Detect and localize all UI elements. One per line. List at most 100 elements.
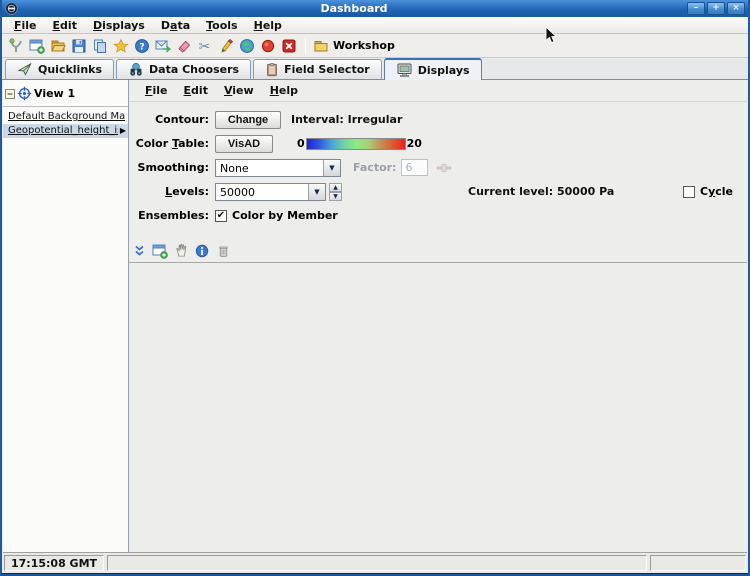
view-target-icon bbox=[17, 86, 32, 101]
save-icon[interactable] bbox=[69, 36, 88, 55]
clock-readout: 17:15:08 GMT bbox=[4, 555, 104, 571]
ensembles-row: Ensembles: Color by Member bbox=[129, 206, 747, 225]
control-rows: Contour: Change Interval: Irregular Colo… bbox=[129, 102, 747, 230]
titlebar[interactable]: Dashboard – + × bbox=[2, 0, 748, 17]
help-icon[interactable]: ? bbox=[132, 36, 151, 55]
data-choosers-icon bbox=[128, 62, 144, 77]
chevron-down-icon[interactable] bbox=[308, 184, 325, 200]
levels-dropdown[interactable]: 50000 bbox=[215, 183, 326, 201]
tree-item-geopotential-height[interactable]: Geopotential_height_is. bbox=[3, 124, 128, 138]
toolbar-separator bbox=[305, 38, 306, 54]
tab-field-selector-label: Field Selector bbox=[284, 63, 370, 76]
smoothing-dropdown[interactable]: None bbox=[215, 159, 341, 177]
menu-tools[interactable]: Tools bbox=[198, 19, 245, 32]
trash-icon[interactable] bbox=[214, 242, 232, 259]
window-controls: – + × bbox=[687, 2, 745, 15]
chevron-down-icon[interactable] bbox=[323, 160, 340, 176]
tab-displays-label: Displays bbox=[418, 64, 470, 77]
maximize-button[interactable]: + bbox=[707, 2, 725, 15]
color-by-member-label: Color by Member bbox=[232, 209, 338, 222]
window-title: Dashboard bbox=[21, 2, 687, 15]
chevron-right-icon bbox=[118, 125, 126, 136]
display-menu-help[interactable]: Help bbox=[262, 84, 306, 97]
contour-interval-text: Interval: Irregular bbox=[291, 113, 402, 126]
main-toolbar: ? ✂ Workshop bbox=[2, 34, 748, 58]
current-level-text: Current level: 50000 Pa bbox=[468, 185, 614, 198]
collapse-chevrons-icon[interactable] bbox=[130, 242, 148, 259]
favorite-star-icon[interactable] bbox=[111, 36, 130, 55]
color-by-member-checkbox[interactable] bbox=[215, 210, 227, 222]
slingshot-icon[interactable] bbox=[6, 36, 25, 55]
levels-row: Levels: 50000 Current level: 50000 Pa Cy… bbox=[129, 182, 747, 201]
new-window-icon[interactable] bbox=[27, 36, 46, 55]
tab-quicklinks[interactable]: Quicklinks bbox=[5, 59, 114, 79]
color-table-button[interactable]: VisAD bbox=[215, 135, 273, 153]
close-button[interactable]: × bbox=[727, 2, 745, 15]
color-range-max: 20 bbox=[407, 137, 422, 150]
dashboard-window: Dashboard – + × File Edit Displays Data … bbox=[0, 0, 750, 576]
tab-quicklinks-label: Quicklinks bbox=[38, 63, 102, 76]
spinner-up-icon[interactable] bbox=[329, 183, 342, 192]
info-icon[interactable] bbox=[193, 242, 211, 259]
ensembles-label: Ensembles: bbox=[129, 209, 209, 222]
displays-icon bbox=[396, 62, 413, 78]
cycle-label: Cycle bbox=[700, 185, 733, 198]
display-menubar: File Edit View Help bbox=[129, 80, 747, 102]
levels-spinner bbox=[329, 183, 342, 201]
smoothing-row: Smoothing: None Factor: bbox=[129, 158, 747, 177]
tree-root-view1[interactable]: View 1 bbox=[3, 85, 128, 102]
status-message-box bbox=[107, 555, 647, 571]
tab-data-choosers[interactable]: Data Choosers bbox=[116, 59, 251, 79]
status-right-box bbox=[650, 555, 746, 571]
workshop-folder-icon bbox=[313, 38, 329, 54]
color-table-row: Color Table: VisAD 0 20 bbox=[129, 134, 747, 153]
workshop-button[interactable]: Workshop bbox=[313, 38, 395, 54]
minimize-button[interactable]: – bbox=[687, 2, 705, 15]
record-icon[interactable] bbox=[258, 36, 277, 55]
display-menu-view[interactable]: View bbox=[216, 84, 262, 97]
contour-change-button[interactable]: Change bbox=[215, 111, 281, 129]
display-control-panel: File Edit View Help Contour: Change Inte… bbox=[129, 80, 747, 552]
cycle-checkbox[interactable] bbox=[683, 186, 695, 198]
field-selector-icon bbox=[265, 62, 279, 77]
factor-slider-icon bbox=[436, 163, 452, 173]
eraser-icon[interactable] bbox=[174, 36, 193, 55]
svg-text:?: ? bbox=[139, 42, 144, 52]
new-display-window-icon[interactable] bbox=[151, 242, 169, 259]
statusbar: 17:15:08 GMT bbox=[2, 553, 748, 573]
factor-label: Factor: bbox=[353, 161, 396, 174]
spinner-down-icon[interactable] bbox=[329, 192, 342, 201]
contour-label: Contour: bbox=[129, 113, 209, 126]
collapse-minus-icon[interactable] bbox=[5, 89, 15, 99]
copy-icon[interactable] bbox=[90, 36, 109, 55]
levels-value: 50000 bbox=[216, 184, 308, 200]
idv-logo-icon bbox=[5, 2, 18, 15]
contour-row: Contour: Change Interval: Irregular bbox=[129, 110, 747, 129]
menu-help[interactable]: Help bbox=[246, 19, 290, 32]
display-empty-area bbox=[129, 263, 747, 552]
tab-data-choosers-label: Data Choosers bbox=[149, 63, 239, 76]
display-menu-file[interactable]: File bbox=[137, 84, 176, 97]
color-range-min: 0 bbox=[297, 137, 305, 150]
tab-displays[interactable]: Displays bbox=[384, 58, 482, 80]
globe-icon[interactable] bbox=[237, 36, 256, 55]
cut-icon[interactable]: ✂ bbox=[195, 36, 214, 55]
pan-hand-icon[interactable] bbox=[172, 242, 190, 259]
tab-field-selector[interactable]: Field Selector bbox=[253, 59, 382, 79]
menu-displays[interactable]: Displays bbox=[85, 19, 153, 32]
display-menu-edit[interactable]: Edit bbox=[176, 84, 216, 97]
send-message-icon[interactable] bbox=[153, 36, 172, 55]
color-table-label: Color Table: bbox=[129, 137, 209, 150]
open-folder-icon[interactable] bbox=[48, 36, 67, 55]
color-table-preview[interactable] bbox=[306, 138, 406, 150]
menu-data[interactable]: Data bbox=[153, 19, 198, 32]
menu-file[interactable]: File bbox=[6, 19, 45, 32]
workshop-label: Workshop bbox=[333, 39, 395, 52]
pencil-icon[interactable] bbox=[216, 36, 235, 55]
menu-edit[interactable]: Edit bbox=[45, 19, 85, 32]
tree-item-default-background-maps[interactable]: Default Background Maps bbox=[3, 110, 128, 124]
cycle-checkbox-group[interactable]: Cycle bbox=[683, 185, 733, 198]
content-pane: View 1 Default Background Maps Geopotent… bbox=[3, 80, 747, 553]
stop-icon[interactable] bbox=[279, 36, 298, 55]
smoothing-value: None bbox=[216, 160, 323, 176]
